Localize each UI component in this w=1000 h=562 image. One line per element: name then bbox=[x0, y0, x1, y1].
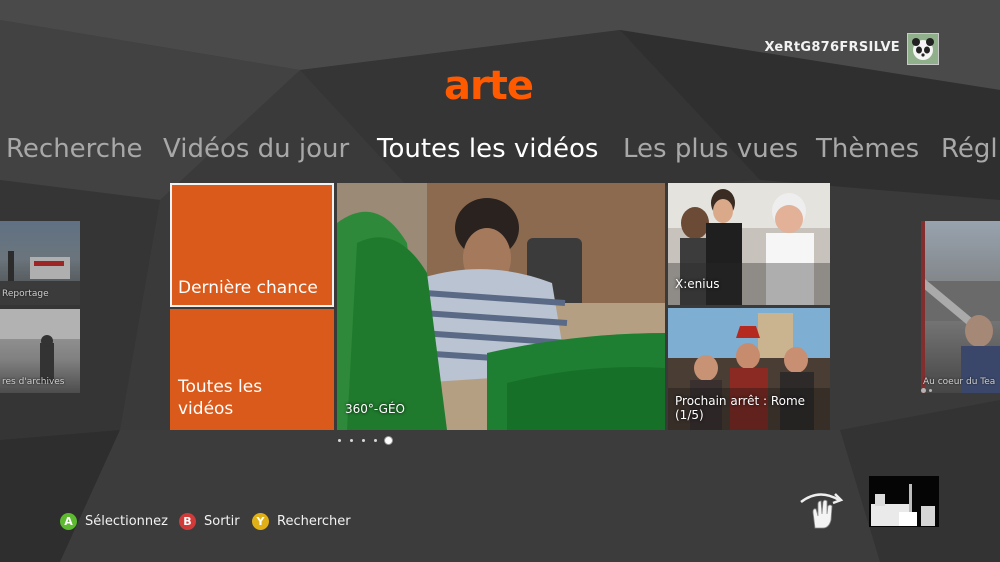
y-button-icon: Y bbox=[252, 513, 269, 530]
tab-recherche[interactable]: Recherche bbox=[6, 134, 143, 164]
tile-label: 360°-GÉO bbox=[345, 402, 405, 416]
side-tile-au-coeur[interactable]: Au coeur du Tea bbox=[921, 221, 1000, 393]
tile-label: Prochain arrêt : Rome (1/5) bbox=[675, 394, 805, 422]
top-navigation: Recherche Vidéos du jour Toutes les vidé… bbox=[0, 134, 1000, 174]
tile-toutes-les-videos[interactable]: Toutes les vidéos bbox=[170, 309, 334, 430]
hand-swipe-icon[interactable] bbox=[797, 486, 845, 530]
tile-360-geo[interactable]: 360°-GÉO bbox=[337, 183, 665, 430]
tab-reglages[interactable]: Régl bbox=[941, 134, 998, 164]
side-tile-label: Reportage bbox=[2, 289, 49, 299]
pager-dot[interactable] bbox=[374, 439, 377, 442]
tile-label: Dernière chance bbox=[178, 278, 318, 298]
pager-dot[interactable] bbox=[362, 439, 365, 442]
tile-label: Toutes les vidéos bbox=[178, 376, 262, 420]
tile-label-line1: Toutes les bbox=[178, 377, 263, 397]
pager-dot[interactable] bbox=[350, 439, 353, 442]
side-pager bbox=[921, 388, 932, 393]
tile-label-line2: vidéos bbox=[178, 399, 234, 419]
arte-logo: arte bbox=[444, 62, 562, 102]
a-button-icon: A bbox=[60, 513, 77, 530]
tile-label-line1: Prochain arrêt : Rome bbox=[675, 394, 806, 408]
tab-les-plus-vues[interactable]: Les plus vues bbox=[623, 134, 798, 164]
tab-themes[interactable]: Thèmes bbox=[816, 134, 919, 164]
hint-label: Sélectionnez bbox=[85, 514, 168, 529]
tab-toutes-les-videos[interactable]: Toutes les vidéos bbox=[377, 134, 598, 164]
hint-label: Sortir bbox=[204, 514, 240, 529]
tile-derniere-chance[interactable]: Dernière chance bbox=[170, 183, 334, 307]
b-button-icon: B bbox=[179, 513, 196, 530]
pager-dot[interactable] bbox=[338, 439, 341, 442]
tile-label: X:enius bbox=[675, 277, 720, 291]
side-tile-label: Au coeur du Tea bbox=[923, 377, 996, 387]
tile-label-line2: (1/5) bbox=[675, 408, 704, 422]
tile-xenius[interactable]: X:enius bbox=[668, 183, 830, 305]
side-tile-reportage[interactable]: Reportage bbox=[0, 221, 80, 305]
tile-prochain-arret-rome[interactable]: Prochain arrêt : Rome (1/5) bbox=[668, 308, 830, 430]
logo-text: arte bbox=[444, 63, 534, 102]
side-tile-archives[interactable]: res d'archives bbox=[0, 309, 80, 393]
geo-photo bbox=[337, 183, 665, 430]
pager-dot-active[interactable] bbox=[384, 436, 393, 445]
side-tile-label: res d'archives bbox=[2, 377, 65, 387]
tab-videos-du-jour[interactable]: Vidéos du jour bbox=[163, 134, 349, 164]
kinect-camera-view bbox=[869, 476, 939, 527]
panda-avatar-icon[interactable] bbox=[907, 33, 939, 65]
hint-label: Rechercher bbox=[277, 514, 351, 529]
gamertag: XeRtG876FRSILVE bbox=[764, 40, 900, 55]
